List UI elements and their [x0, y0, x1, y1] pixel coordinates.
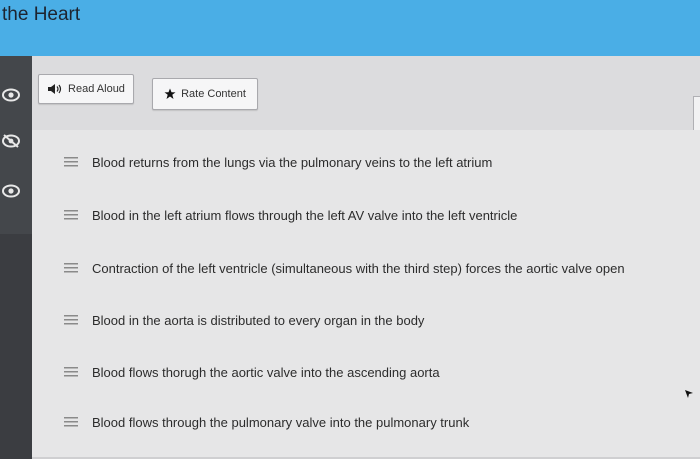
header-bar: the Heart: [0, 0, 700, 56]
list-item-label: Blood flows thorugh the aortic valve int…: [92, 364, 440, 380]
list-item[interactable]: Blood returns from the lungs via the pul…: [64, 150, 492, 174]
eye-icon[interactable]: [2, 88, 20, 102]
rate-content-label: Rate Content: [181, 88, 246, 100]
eye-icon[interactable]: [2, 184, 20, 198]
list-item-label: Blood flows through the pulmonary valve …: [92, 414, 470, 430]
drag-handle-icon[interactable]: [64, 315, 78, 325]
drag-handle-icon[interactable]: [64, 157, 78, 167]
left-sidebar: [0, 56, 32, 459]
star-icon: [164, 88, 176, 99]
list-item[interactable]: Blood flows through the pulmonary valve …: [64, 410, 469, 434]
list-item-label: Blood in the aorta is distributed to eve…: [92, 312, 425, 328]
list-item-label: Blood in the left atrium flows through t…: [92, 207, 518, 223]
toolbar: Read Aloud Rate Content: [32, 56, 700, 130]
sortable-list: Blood returns from the lungs via the pul…: [32, 130, 700, 459]
drag-handle-icon[interactable]: [64, 417, 78, 427]
list-item-label: Contraction of the left ventricle (simul…: [92, 260, 625, 276]
list-item[interactable]: Contraction of the left ventricle (simul…: [64, 256, 625, 280]
drag-handle-icon[interactable]: [64, 210, 78, 220]
page-title: the Heart: [2, 4, 81, 25]
drag-handle-icon[interactable]: [64, 263, 78, 273]
rate-content-button[interactable]: Rate Content: [152, 78, 258, 110]
read-aloud-button[interactable]: Read Aloud: [38, 74, 134, 104]
side-panel-tab[interactable]: [693, 96, 700, 132]
mouse-cursor-icon: [685, 390, 693, 398]
speaker-icon: [48, 84, 62, 94]
eye-slash-icon[interactable]: [2, 134, 20, 148]
list-item[interactable]: Blood flows thorugh the aortic valve int…: [64, 360, 440, 384]
list-item-label: Blood returns from the lungs via the pul…: [92, 154, 493, 170]
read-aloud-label: Read Aloud: [68, 83, 125, 95]
drag-handle-icon[interactable]: [64, 367, 78, 377]
list-item[interactable]: Blood in the left atrium flows through t…: [64, 203, 517, 227]
list-item[interactable]: Blood in the aorta is distributed to eve…: [64, 308, 424, 332]
